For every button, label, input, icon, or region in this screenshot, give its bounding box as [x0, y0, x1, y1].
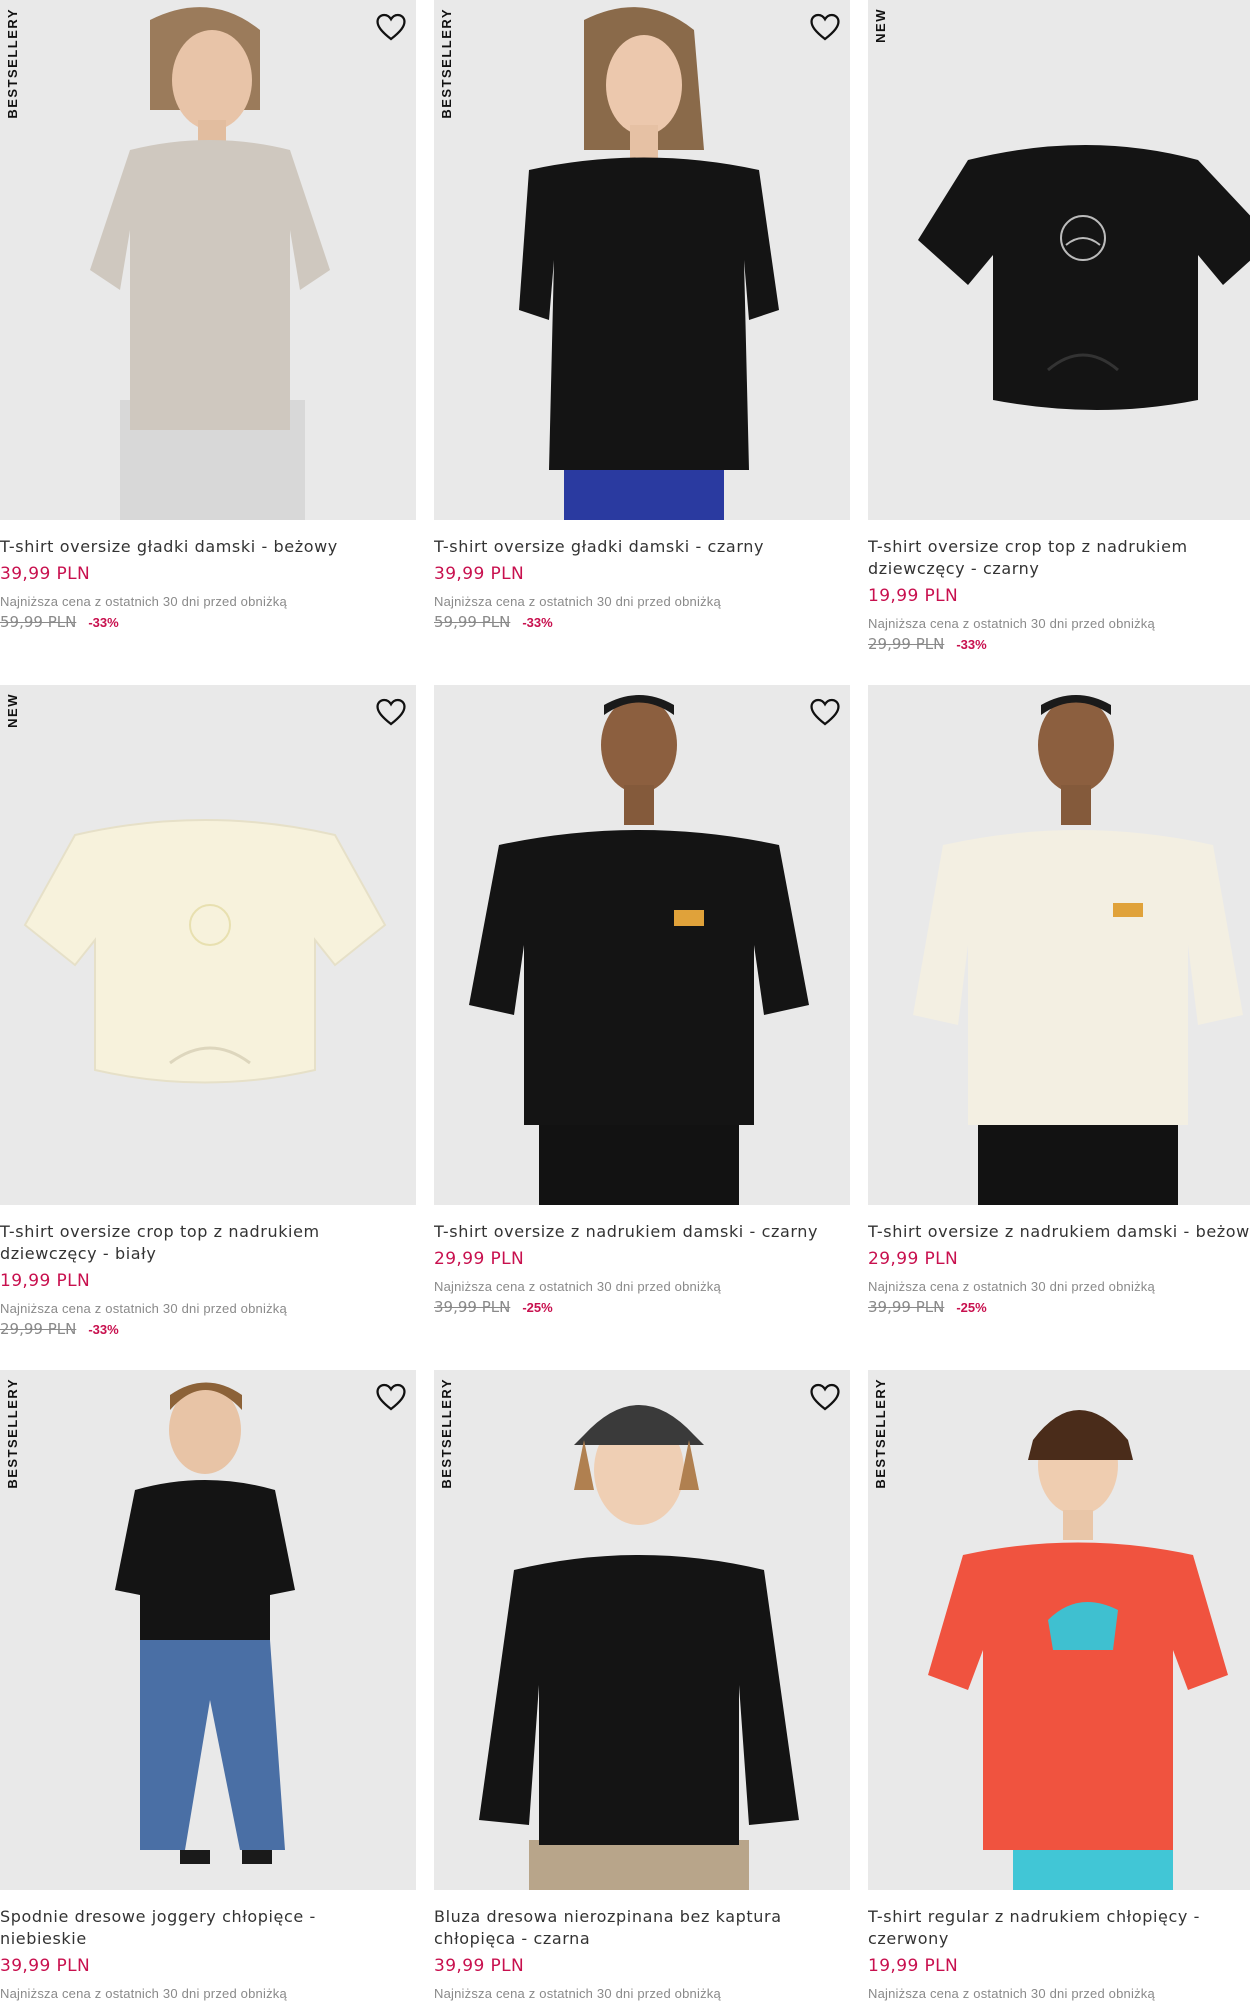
- lowest-price-note: Najniższa cena z ostatnich 30 dni przed …: [0, 594, 287, 609]
- product-price: 19,99 PLN: [868, 1956, 959, 1976]
- product-name-line2[interactable]: chłopięca - czarna: [434, 1928, 850, 1950]
- product-card[interactable]: BESTSELLERY T-shirt oversize gładki dams…: [0, 0, 416, 631]
- woman-cream-print-tshirt-image: [913, 695, 1243, 1205]
- product-image[interactable]: BESTSELLERY: [868, 1370, 1250, 1890]
- old-price: 29,99 PLN: [868, 635, 945, 653]
- lowest-price-note: Najniższa cena z ostatnich 30 dni przed …: [868, 1279, 1155, 1294]
- product-price: 39,99 PLN: [434, 564, 525, 584]
- product-card[interactable]: NEW T-shirt oversize crop top z nadrukie…: [0, 685, 416, 1338]
- product-price: 39,99 PLN: [0, 564, 91, 584]
- product-name[interactable]: T-shirt oversize crop top z nadrukiem: [868, 536, 1250, 558]
- discount-badge: -25%: [956, 1300, 987, 1315]
- heart-icon[interactable]: [374, 10, 408, 44]
- old-price: 39,99 PLN: [868, 1298, 945, 1316]
- product-price: 29,99 PLN: [434, 1249, 525, 1269]
- heart-icon[interactable]: [808, 10, 842, 44]
- product-name[interactable]: T-shirt regular z nadrukiem chłopięcy -: [868, 1906, 1250, 1928]
- product-image[interactable]: NEW: [0, 685, 416, 1205]
- black-crop-top-flat-image: [918, 145, 1250, 410]
- woman-black-tshirt-image: [519, 7, 779, 520]
- new-badge: NEW: [873, 8, 888, 43]
- discount-badge: -33%: [522, 615, 553, 630]
- discount-badge: -33%: [956, 637, 987, 652]
- boy-red-tshirt-image: [928, 1410, 1228, 1890]
- product-card[interactable]: NEW T-shirt oversize crop top z nadrukie…: [868, 0, 1250, 653]
- product-name-line2[interactable]: dziewczęcy - czarny: [868, 558, 1250, 580]
- heart-icon[interactable]: [808, 1380, 842, 1414]
- product-name-line2[interactable]: dziewczęcy - biały: [0, 1243, 416, 1265]
- product-name[interactable]: T-shirt oversize crop top z nadrukiem: [0, 1221, 416, 1243]
- product-card[interactable]: BESTSELLERY T-shirt oversize gładki dams…: [434, 0, 850, 631]
- lowest-price-note: Najniższa cena z ostatnich 30 dni przed …: [868, 1986, 1155, 2001]
- product-image[interactable]: BESTSELLERY: [0, 1370, 416, 1890]
- woman-beige-tshirt-image: [90, 7, 330, 520]
- product-card[interactable]: T-shirt oversize z nadrukiem damski - cz…: [434, 685, 850, 1316]
- product-image[interactable]: BESTSELLERY: [0, 0, 416, 520]
- discount-badge: -25%: [522, 1300, 553, 1315]
- lowest-price-note: Najniższa cena z ostatnich 30 dni przed …: [434, 1986, 721, 2001]
- lowest-price-note: Najniższa cena z ostatnich 30 dni przed …: [868, 616, 1155, 631]
- discount-badge: -33%: [88, 615, 119, 630]
- bestseller-badge: BESTSELLERY: [439, 1378, 454, 1489]
- product-price: 39,99 PLN: [0, 1956, 91, 1976]
- heart-icon[interactable]: [374, 1380, 408, 1414]
- bestseller-badge: BESTSELLERY: [5, 8, 20, 119]
- woman-black-print-tshirt-image: [469, 695, 809, 1205]
- product-card[interactable]: BESTSELLERY Bluza dresowa nierozpinana b…: [434, 1370, 850, 2001]
- heart-icon[interactable]: [808, 695, 842, 729]
- boy-blue-joggers-image: [115, 1382, 295, 1864]
- bestseller-badge: BESTSELLERY: [439, 8, 454, 119]
- white-crop-top-flat-image: [23, 819, 387, 1084]
- product-name[interactable]: T-shirt oversize z nadrukiem damski - cz…: [434, 1221, 850, 1243]
- product-name[interactable]: T-shirt oversize z nadrukiem damski - be…: [868, 1221, 1250, 1243]
- lowest-price-note: Najniższa cena z ostatnich 30 dni przed …: [0, 1301, 287, 1316]
- product-price: 39,99 PLN: [434, 1956, 525, 1976]
- product-price: 19,99 PLN: [0, 1271, 91, 1291]
- product-name[interactable]: Bluza dresowa nierozpinana bez kaptura: [434, 1906, 850, 1928]
- product-price: 29,99 PLN: [868, 1249, 959, 1269]
- product-card[interactable]: T-shirt oversize z nadrukiem damski - be…: [868, 685, 1250, 1316]
- lowest-price-note: Najniższa cena z ostatnich 30 dni przed …: [0, 1986, 287, 2001]
- lowest-price-note: Najniższa cena z ostatnich 30 dni przed …: [434, 1279, 721, 1294]
- old-price: 39,99 PLN: [434, 1298, 511, 1316]
- product-image[interactable]: [868, 685, 1250, 1205]
- old-price: 59,99 PLN: [434, 613, 511, 631]
- new-badge: NEW: [5, 693, 20, 728]
- old-price: 29,99 PLN: [0, 1320, 77, 1338]
- product-image[interactable]: NEW: [868, 0, 1250, 520]
- product-image[interactable]: [434, 685, 850, 1205]
- product-image[interactable]: BESTSELLERY: [434, 1370, 850, 1890]
- product-name-line2[interactable]: czerwony: [868, 1928, 1250, 1950]
- product-card[interactable]: BESTSELLERY T-shirt regular z nadrukiem …: [868, 1370, 1250, 2001]
- bestseller-badge: BESTSELLERY: [873, 1378, 888, 1489]
- product-name[interactable]: T-shirt oversize gładki damski - beżowy: [0, 536, 416, 558]
- product-name[interactable]: T-shirt oversize gładki damski - czarny: [434, 536, 850, 558]
- boy-black-sweatshirt-image: [479, 1405, 799, 1890]
- product-name-line2[interactable]: niebieskie: [0, 1928, 416, 1950]
- discount-badge: -33%: [88, 1322, 119, 1337]
- product-name[interactable]: Spodnie dresowe joggery chłopięce -: [0, 1906, 416, 1928]
- product-image[interactable]: BESTSELLERY: [434, 0, 850, 520]
- lowest-price-note: Najniższa cena z ostatnich 30 dni przed …: [434, 594, 721, 609]
- bestseller-badge: BESTSELLERY: [5, 1378, 20, 1489]
- heart-icon[interactable]: [374, 695, 408, 729]
- product-card[interactable]: BESTSELLERY Spodnie dresowe joggery chło…: [0, 1370, 416, 2001]
- product-grid: BESTSELLERY T-shirt oversize gładki dams…: [0, 0, 1250, 2014]
- product-price: 19,99 PLN: [868, 586, 959, 606]
- old-price: 59,99 PLN: [0, 613, 77, 631]
